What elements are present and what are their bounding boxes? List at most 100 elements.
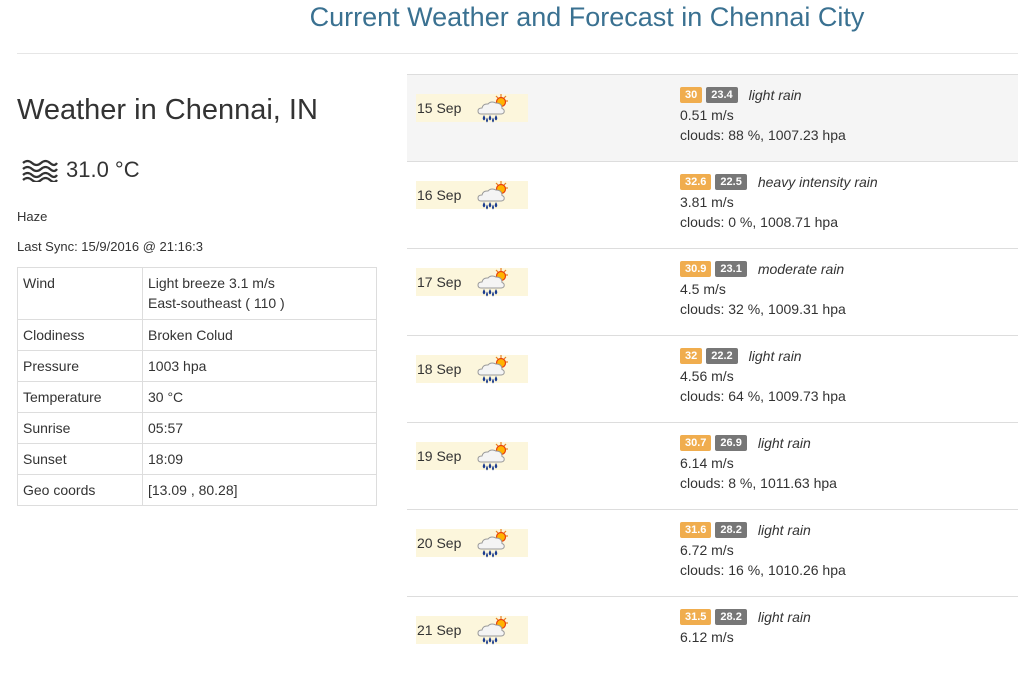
sun-cloud-rain-icon	[474, 354, 512, 389]
min-temp-badge: 28.2	[715, 609, 747, 625]
forecast-date: 17 Sep	[417, 274, 462, 290]
max-temp-badge: 31.6	[680, 522, 712, 538]
wind-direction: East-southeast ( 110 )	[148, 295, 285, 311]
table-row: Geo coords [13.09 , 80.28]	[17, 474, 377, 506]
table-row: Wind Light breeze 3.1 m/s East-southeast…	[17, 267, 377, 320]
detail-label: Sunrise	[17, 412, 143, 444]
forecast-date-cell: 21 Sep	[416, 616, 528, 645]
detail-value: 1003 hpa	[142, 350, 377, 382]
forecast-row: 20 Sep 31.6 28.2 light rain 6.72 m/s clo…	[407, 509, 1018, 596]
forecast-date: 16 Sep	[417, 187, 462, 203]
forecast-wind: 6.72 m/s	[680, 542, 734, 558]
detail-label: Clodiness	[17, 319, 143, 351]
forecast-date: 15 Sep	[417, 100, 462, 116]
min-temp-badge: 22.2	[706, 348, 738, 364]
page-title: Current Weather and Forecast in Chennai …	[309, 2, 865, 32]
forecast-list: 15 Sep 30 23.4 light rain 0.51 m/s cloud…	[407, 74, 1018, 683]
forecast-clouds: clouds: 64 %, 1009.73 hpa	[680, 388, 846, 404]
sun-cloud-rain-icon	[474, 267, 512, 302]
forecast-detail: 30.7 26.9 light rain 6.14 m/s clouds: 8 …	[680, 434, 837, 493]
detail-label: Sunset	[17, 443, 143, 475]
forecast-date-cell: 20 Sep	[416, 529, 528, 558]
detail-label: Pressure	[17, 350, 143, 382]
forecast-row: 16 Sep 32.6 22.5 heavy intensity rain 3.…	[407, 161, 1018, 248]
forecast-date: 21 Sep	[417, 622, 462, 638]
forecast-row: 18 Sep 32 22.2 light rain 4.56 m/s cloud…	[407, 335, 1018, 422]
max-temp-badge: 30.9	[680, 261, 712, 277]
table-row: Sunset 18:09	[17, 443, 377, 475]
forecast-clouds: clouds: 32 %, 1009.31 hpa	[680, 301, 846, 317]
forecast-date-cell: 15 Sep	[416, 94, 528, 123]
detail-value: 18:09	[142, 443, 377, 475]
max-temp-badge: 30.7	[680, 435, 712, 451]
current-temperature: 31.0 °C	[66, 157, 140, 182]
min-temp-badge: 23.4	[706, 87, 738, 103]
forecast-date: 19 Sep	[417, 448, 462, 464]
sun-cloud-rain-icon	[474, 93, 512, 128]
title-divider	[17, 53, 1018, 54]
forecast-description: light rain	[757, 435, 811, 451]
min-temp-badge: 23.1	[715, 261, 747, 277]
wind-speed: Light breeze 3.1 m/s	[148, 275, 275, 291]
forecast-date-cell: 16 Sep	[416, 181, 528, 210]
forecast-wind: 0.51 m/s	[680, 107, 734, 123]
table-row: Pressure 1003 hpa	[17, 350, 377, 382]
detail-label: Temperature	[17, 381, 143, 413]
forecast-wind: 3.81 m/s	[680, 194, 734, 210]
current-weather: 31.0 °C	[21, 155, 140, 185]
min-temp-badge: 22.5	[715, 174, 747, 190]
forecast-clouds: clouds: 8 %, 1011.63 hpa	[680, 475, 837, 491]
haze-icon	[21, 158, 59, 182]
last-sync: Last Sync: 15/9/2016 @ 21:16:3	[17, 239, 203, 254]
detail-label: Geo coords	[17, 474, 143, 506]
forecast-description: light rain	[748, 348, 802, 364]
forecast-clouds: clouds: 0 %, 1008.71 hpa	[680, 214, 839, 230]
weather-details-table: Wind Light breeze 3.1 m/s East-southeast…	[17, 267, 377, 506]
forecast-description: heavy intensity rain	[757, 174, 878, 190]
sun-cloud-rain-icon	[474, 180, 512, 215]
current-condition: Haze	[17, 209, 48, 224]
forecast-detail: 32 22.2 light rain 4.56 m/s clouds: 64 %…	[680, 347, 846, 406]
forecast-date: 20 Sep	[417, 535, 462, 551]
table-row: Temperature 30 °C	[17, 381, 377, 413]
forecast-date-cell: 18 Sep	[416, 355, 528, 384]
detail-value: 05:57	[142, 412, 377, 444]
forecast-detail: 30.9 23.1 moderate rain 4.5 m/s clouds: …	[680, 260, 846, 319]
forecast-detail: 32.6 22.5 heavy intensity rain 3.81 m/s …	[680, 173, 878, 232]
forecast-detail: 31.5 28.2 light rain 6.12 m/s	[680, 608, 811, 647]
forecast-detail: 31.6 28.2 light rain 6.72 m/s clouds: 16…	[680, 521, 846, 580]
forecast-row: 15 Sep 30 23.4 light rain 0.51 m/s cloud…	[407, 74, 1018, 161]
detail-label: Wind	[17, 267, 143, 320]
forecast-description: light rain	[757, 609, 811, 625]
sun-cloud-rain-icon	[474, 615, 512, 650]
city-title: Weather in Chennai, IN	[17, 94, 318, 126]
forecast-clouds: clouds: 88 %, 1007.23 hpa	[680, 127, 846, 143]
max-temp-badge: 31.5	[680, 609, 712, 625]
forecast-clouds: clouds: 16 %, 1010.26 hpa	[680, 562, 846, 578]
forecast-wind: 4.56 m/s	[680, 368, 734, 384]
forecast-detail: 30 23.4 light rain 0.51 m/s clouds: 88 %…	[680, 86, 846, 145]
forecast-date-cell: 17 Sep	[416, 268, 528, 297]
max-temp-badge: 32	[680, 348, 703, 364]
table-row: Sunrise 05:57	[17, 412, 377, 444]
forecast-description: light rain	[748, 87, 802, 103]
max-temp-badge: 30	[680, 87, 703, 103]
forecast-row: 19 Sep 30.7 26.9 light rain 6.14 m/s clo…	[407, 422, 1018, 509]
forecast-description: moderate rain	[757, 261, 845, 277]
forecast-date: 18 Sep	[417, 361, 462, 377]
forecast-row: 21 Sep 31.5 28.2 light rain 6.12 m/s	[407, 596, 1018, 683]
forecast-description: light rain	[757, 522, 811, 538]
min-temp-badge: 28.2	[715, 522, 747, 538]
detail-value: Broken Colud	[142, 319, 377, 351]
detail-value: [13.09 , 80.28]	[142, 474, 377, 506]
forecast-row: 17 Sep 30.9 23.1 moderate rain 4.5 m/s c…	[407, 248, 1018, 335]
forecast-date-cell: 19 Sep	[416, 442, 528, 471]
forecast-wind: 6.14 m/s	[680, 455, 734, 471]
forecast-wind: 4.5 m/s	[680, 281, 726, 297]
detail-value: Light breeze 3.1 m/s East-southeast ( 11…	[142, 267, 377, 320]
forecast-wind: 6.12 m/s	[680, 629, 734, 645]
table-row: Clodiness Broken Colud	[17, 319, 377, 351]
sun-cloud-rain-icon	[474, 441, 512, 476]
min-temp-badge: 26.9	[715, 435, 747, 451]
sun-cloud-rain-icon	[474, 528, 512, 563]
